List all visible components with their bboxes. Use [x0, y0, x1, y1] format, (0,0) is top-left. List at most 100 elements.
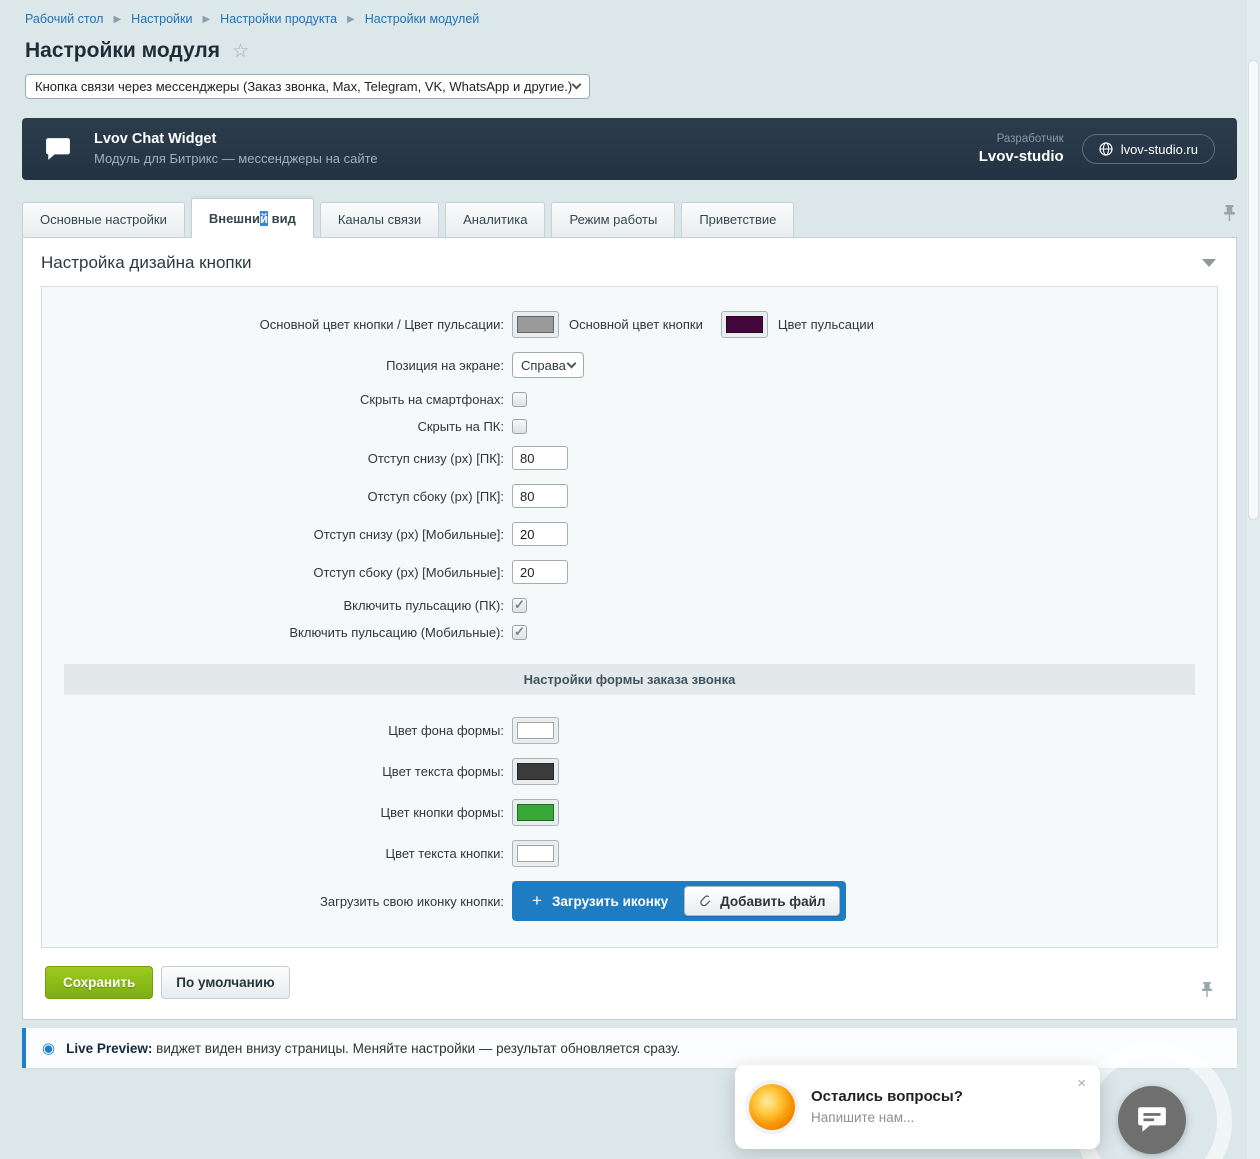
- save-button[interactable]: Сохранить: [45, 966, 153, 999]
- form-bg-color-label: Цвет фона формы:: [42, 723, 512, 738]
- form-bg-color-swatch: [517, 722, 554, 739]
- pulse-pc-label: Включить пульсацию (ПК):: [42, 598, 512, 613]
- chat-invite-popup[interactable]: Остались вопросы? Напишите нам... ×: [735, 1065, 1100, 1149]
- offset-side-pc-input[interactable]: [512, 484, 568, 508]
- page-title: Настройки модуля: [25, 39, 220, 63]
- breadcrumb-link-product-settings[interactable]: Настройки продукта: [220, 12, 337, 26]
- chevron-down-icon: [572, 80, 582, 90]
- developer-label: Разработчик: [979, 132, 1064, 147]
- scrollbar-track[interactable]: [1247, 0, 1260, 1159]
- form-button-color-row: Цвет кнопки формы:: [42, 799, 1217, 826]
- breadcrumb-link-settings[interactable]: Настройки: [131, 12, 192, 26]
- chevron-down-icon: [567, 358, 577, 368]
- add-file-button-label: Добавить файл: [720, 894, 825, 909]
- position-select[interactable]: Справа: [512, 352, 584, 378]
- form-text-color-label: Цвет текста формы:: [42, 764, 512, 779]
- offset-bottom-mobile-input[interactable]: [512, 522, 568, 546]
- main-color-label: Основной цвет кнопки / Цвет пульсации:: [42, 317, 512, 332]
- button-text-color-label: Цвет текста кнопки:: [42, 846, 512, 861]
- developer-site-label: lvov-studio.ru: [1121, 142, 1198, 157]
- breadcrumb-link-desktop[interactable]: Рабочий стол: [25, 12, 103, 26]
- favorite-star-icon[interactable]: ☆: [232, 40, 249, 63]
- live-preview-icon: ◉: [42, 1039, 55, 1057]
- form-button-color-picker[interactable]: [512, 799, 559, 826]
- offset-side-mobile-input[interactable]: [512, 560, 568, 584]
- pulse-pc-checkbox[interactable]: [512, 598, 527, 613]
- module-banner: Lvov Chat Widget Модуль для Битрикс — ме…: [22, 118, 1237, 180]
- pulse-color-picker[interactable]: [721, 311, 768, 338]
- form-bg-color-row: Цвет фона формы:: [42, 717, 1217, 744]
- hide-smartphones-checkbox[interactable]: [512, 392, 527, 407]
- chat-widget-button[interactable]: [1118, 1086, 1186, 1154]
- form-text-color-picker[interactable]: [512, 758, 559, 785]
- hide-pc-row: Скрыть на ПК:: [42, 419, 1217, 434]
- tab-analytics[interactable]: Аналитика: [445, 202, 545, 237]
- plus-icon: +: [512, 891, 542, 911]
- offset-side-pc-row: Отступ сбоку (px) [ПК]:: [42, 484, 1217, 508]
- design-section-title: Настройка дизайна кнопки: [41, 253, 252, 273]
- offset-side-pc-label: Отступ сбоку (px) [ПК]:: [42, 489, 512, 504]
- close-icon[interactable]: ×: [1077, 1075, 1086, 1092]
- tab-greeting[interactable]: Приветствие: [681, 202, 794, 237]
- offset-bottom-mobile-label: Отступ снизу (px) [Мобильные]:: [42, 527, 512, 542]
- position-row: Позиция на экране: Справа: [42, 352, 1217, 378]
- form-text-color-swatch: [517, 763, 554, 780]
- upload-icon-dropzone[interactable]: + Загрузить иконку Добавить файл: [512, 881, 846, 921]
- design-form: Основной цвет кнопки / Цвет пульсации: О…: [41, 286, 1218, 948]
- hide-smartphones-row: Скрыть на смартфонах:: [42, 392, 1217, 407]
- form-button-color-label: Цвет кнопки формы:: [42, 805, 512, 820]
- offset-bottom-pc-row: Отступ снизу (px) [ПК]:: [42, 446, 1217, 470]
- module-select[interactable]: Кнопка связи через мессенджеры (Заказ зв…: [25, 74, 590, 99]
- banner-title: Lvov Chat Widget: [94, 130, 378, 150]
- offset-side-mobile-row: Отступ сбоку (px) [Мобильные]:: [42, 560, 1217, 584]
- main-color-row: Основной цвет кнопки / Цвет пульсации: О…: [42, 311, 1217, 338]
- pulse-mobile-label: Включить пульсацию (Мобильные):: [42, 625, 512, 640]
- pulse-mobile-row: Включить пульсацию (Мобильные):: [42, 625, 1217, 640]
- module-select-value: Кнопка связи через мессенджеры (Заказ зв…: [35, 79, 572, 94]
- call-form-section-title: Настройки формы заказа звонка: [64, 664, 1195, 695]
- form-bg-color-picker[interactable]: [512, 717, 559, 744]
- avatar: [749, 1084, 795, 1130]
- button-color-swatch: [517, 316, 554, 333]
- tab-appearance-label-end: вид: [268, 211, 296, 226]
- developer-name: Lvov-studio: [979, 147, 1064, 167]
- breadcrumb-separator-icon: ▶: [113, 14, 121, 25]
- collapse-section-icon[interactable]: [1202, 259, 1216, 267]
- button-text-color-picker[interactable]: [512, 840, 559, 867]
- position-select-value: Справа: [521, 358, 566, 373]
- add-file-button[interactable]: Добавить файл: [684, 886, 840, 916]
- button-text-color-row: Цвет текста кнопки:: [42, 840, 1217, 867]
- form-button-color-swatch: [517, 804, 554, 821]
- offset-bottom-pc-label: Отступ снизу (px) [ПК]:: [42, 451, 512, 466]
- developer-site-button[interactable]: lvov-studio.ru: [1082, 134, 1215, 164]
- live-preview-text: виджет виден внизу страницы. Меняйте нас…: [156, 1041, 680, 1056]
- live-preview-label: Live Preview:: [66, 1041, 152, 1056]
- breadcrumb-link-module-settings[interactable]: Настройки модулей: [365, 12, 480, 26]
- form-actions: Сохранить По умолчанию: [23, 948, 1236, 1019]
- tab-main-settings[interactable]: Основные настройки: [22, 202, 185, 237]
- paperclip-icon: [699, 894, 712, 908]
- live-preview-bar: ◉ Live Preview: виджет виден внизу стран…: [22, 1028, 1237, 1068]
- admin-page: Рабочий стол ▶ Настройки ▶ Настройки про…: [0, 0, 1260, 1068]
- hide-pc-checkbox[interactable]: [512, 419, 527, 434]
- default-button[interactable]: По умолчанию: [161, 966, 289, 999]
- upload-icon-label: Загрузить свою иконку кнопки:: [42, 894, 512, 909]
- pin-icon[interactable]: [1222, 205, 1237, 227]
- breadcrumb-separator-icon: ▶: [202, 14, 210, 25]
- offset-bottom-pc-input[interactable]: [512, 446, 568, 470]
- pin-icon[interactable]: [1200, 982, 1214, 1003]
- tab-channels[interactable]: Каналы связи: [320, 202, 439, 237]
- offset-side-mobile-label: Отступ сбоку (px) [Мобильные]:: [42, 565, 512, 580]
- pulse-mobile-checkbox[interactable]: [512, 625, 527, 640]
- tab-appearance-selected-char: й: [260, 211, 268, 226]
- tab-appearance-label: Внешни: [209, 211, 260, 226]
- upload-icon-row: Загрузить свою иконку кнопки: + Загрузит…: [42, 881, 1217, 921]
- upload-icon-button-label: Загрузить иконку: [542, 894, 684, 909]
- pulse-color-caption: Цвет пульсации: [778, 317, 874, 332]
- tab-work-mode[interactable]: Режим работы: [551, 202, 675, 237]
- button-color-picker[interactable]: [512, 311, 559, 338]
- tab-appearance[interactable]: Внешний вид: [191, 198, 314, 238]
- position-label: Позиция на экране:: [42, 358, 512, 373]
- scrollbar-thumb[interactable]: [1248, 60, 1259, 520]
- banner-subtitle: Модуль для Битрикс — мессенджеры на сайт…: [94, 150, 378, 168]
